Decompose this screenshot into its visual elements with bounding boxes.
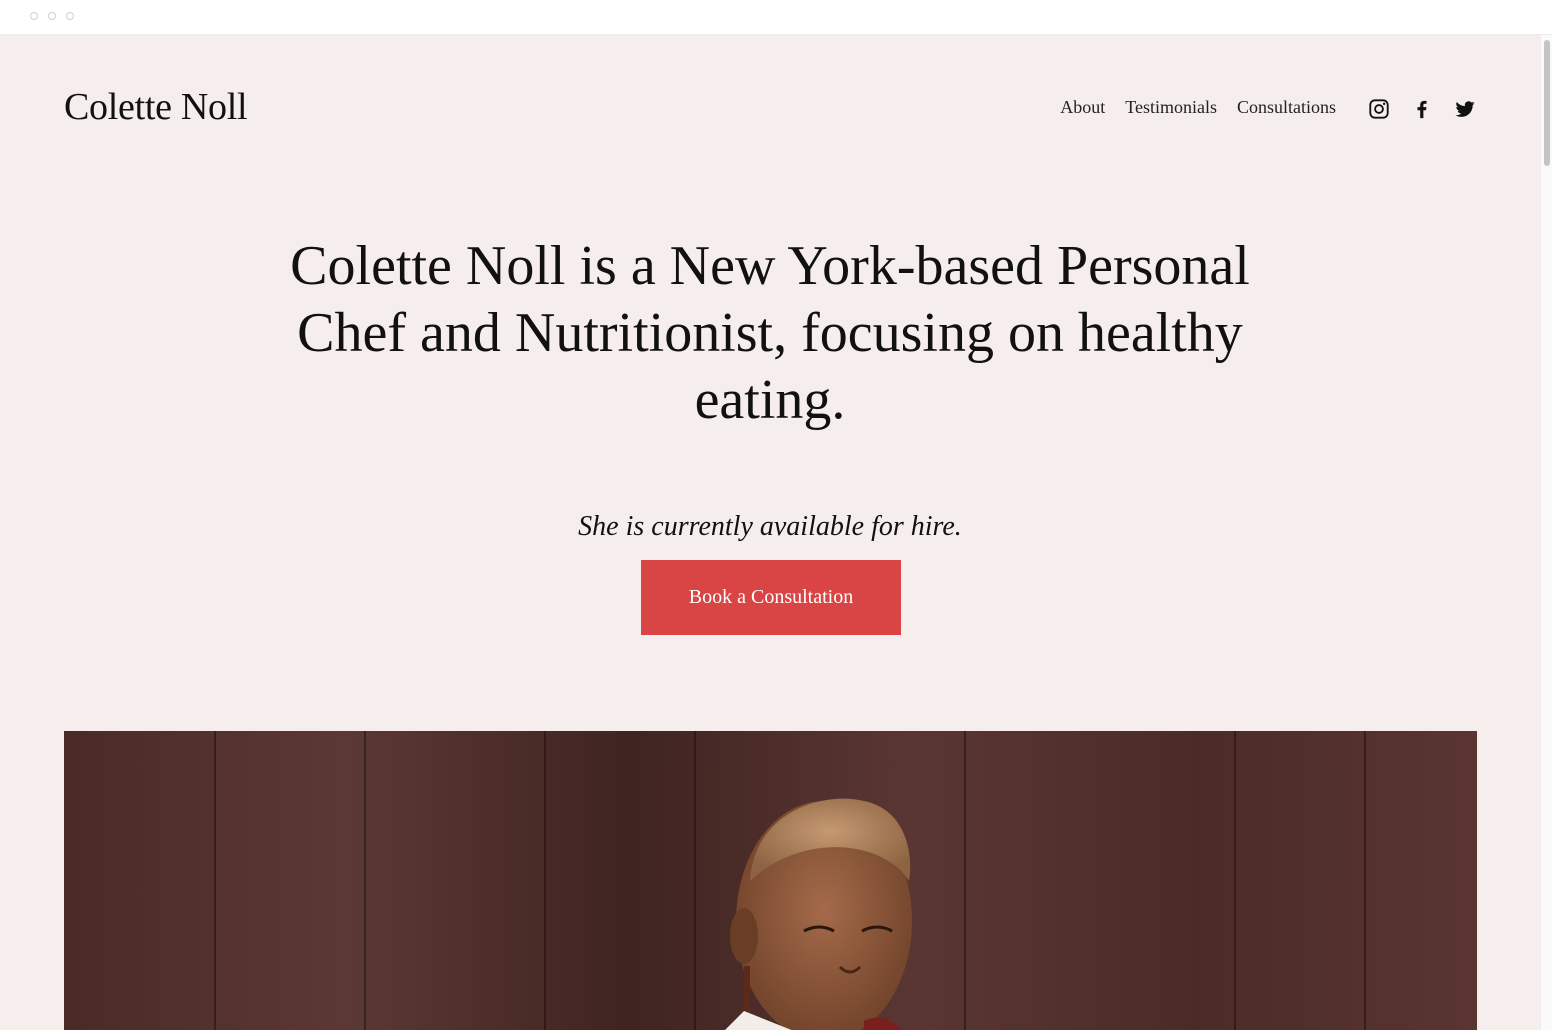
- hero-headline: Colette Noll is a New York-based Persona…: [290, 235, 1250, 431]
- facebook-icon[interactable]: [1410, 97, 1434, 121]
- browser-window: Colette Noll About Testimonials Consulta…: [0, 0, 1552, 1030]
- nav-item-testimonials[interactable]: Testimonials: [1125, 97, 1217, 118]
- main-nav: About Testimonials Consultations: [1060, 97, 1336, 118]
- portrait-illustration: [725, 798, 912, 1030]
- window-maximize-dot[interactable]: [66, 12, 74, 20]
- window-titlebar: [0, 0, 1552, 35]
- scrollbar-track[interactable]: [1540, 35, 1552, 1030]
- instagram-icon[interactable]: [1367, 97, 1391, 121]
- window-minimize-dot[interactable]: [48, 12, 56, 20]
- scrollbar-thumb[interactable]: [1544, 40, 1550, 166]
- nav-item-about[interactable]: About: [1060, 97, 1105, 118]
- hero-image: [64, 731, 1477, 1030]
- twitter-icon[interactable]: [1453, 97, 1477, 121]
- site-logo[interactable]: Colette Noll: [64, 85, 248, 129]
- page-content: Colette Noll About Testimonials Consulta…: [0, 35, 1540, 1030]
- nav-item-consultations[interactable]: Consultations: [1237, 97, 1336, 118]
- window-close-dot[interactable]: [30, 12, 38, 20]
- social-links: [1367, 97, 1477, 121]
- book-consultation-button[interactable]: Book a Consultation: [641, 560, 901, 635]
- hero-subline: She is currently available for hire.: [578, 511, 962, 542]
